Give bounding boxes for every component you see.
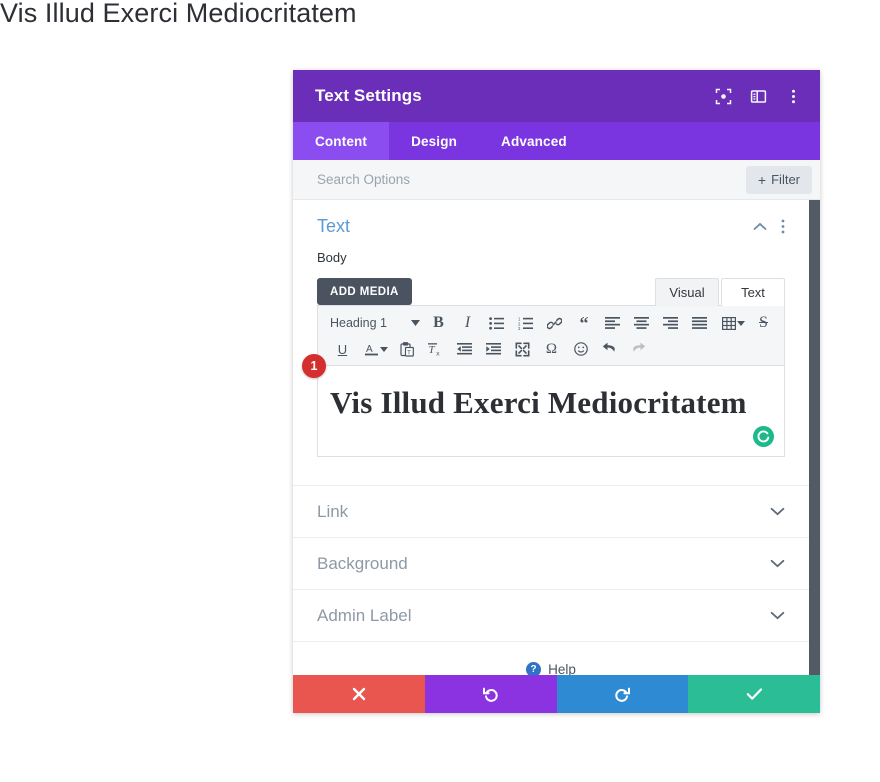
help-link[interactable]: ? Help	[293, 641, 809, 675]
table-chevron-down-icon[interactable]	[737, 320, 745, 326]
redo-button[interactable]	[556, 675, 689, 713]
tab-text[interactable]: Text	[721, 278, 785, 306]
filter-button[interactable]: + Filter	[745, 165, 812, 194]
step-badge: 1	[302, 354, 326, 378]
toolbar-row-2: U A T T x Ω	[328, 336, 778, 362]
cancel-button[interactable]	[293, 675, 425, 713]
paste-as-text-icon[interactable]: T	[392, 337, 421, 361]
fullscreen-editor-icon[interactable]	[508, 337, 537, 361]
editor-toolbar: Heading 1 B I 1 2 3 “ S U A T T x Ω	[317, 305, 785, 366]
chevron-down-icon	[770, 559, 785, 568]
undo-icon[interactable]	[595, 337, 624, 361]
toolbar-row-1: Heading 1 B I 1 2 3 “ S	[328, 310, 778, 336]
text-settings-modal: Text Settings Content Design Advanced Se…	[293, 70, 820, 713]
text-section-header: Text	[317, 200, 785, 244]
editor-mode-tabs: Visual Text	[655, 278, 785, 306]
modal-header: Text Settings	[293, 70, 820, 122]
chevron-down-icon	[770, 611, 785, 620]
numbered-list-icon[interactable]: 1 2 3	[511, 311, 540, 335]
emoji-icon[interactable]	[566, 337, 595, 361]
modal-action-bar	[293, 675, 820, 713]
editor-top-row: ADD MEDIA Visual Text	[317, 273, 785, 306]
editor-heading-text[interactable]: Vis Illud Exerci Mediocritatem	[330, 384, 764, 421]
add-media-button[interactable]: ADD MEDIA	[317, 278, 412, 305]
svg-text:x: x	[436, 350, 440, 356]
filter-button-label: Filter	[771, 172, 800, 187]
accordion-background-label: Background	[317, 553, 408, 573]
svg-text:3: 3	[518, 326, 521, 330]
search-options-row: + Filter	[293, 160, 820, 200]
body-field-label: Body	[317, 250, 347, 265]
accordion-admin-label-label: Admin Label	[317, 605, 412, 625]
tab-visual[interactable]: Visual	[655, 278, 719, 306]
chevron-down-icon	[770, 507, 785, 516]
special-character-icon[interactable]: Ω	[537, 337, 566, 361]
modal-title: Text Settings	[315, 86, 422, 105]
chevron-down-icon	[411, 320, 420, 326]
accordion-link[interactable]: Link	[293, 485, 809, 537]
align-right-icon[interactable]	[656, 311, 685, 335]
editor-content-area[interactable]: 1 Vis Illud Exerci Mediocritatem	[302, 354, 785, 457]
indent-icon[interactable]	[479, 337, 508, 361]
chevron-up-icon[interactable]	[753, 222, 767, 231]
tab-design[interactable]: Design	[389, 122, 479, 160]
grammarly-spinner-icon[interactable]	[753, 426, 774, 447]
plus-icon: +	[757, 171, 767, 188]
layout-panel-icon[interactable]	[749, 87, 768, 106]
help-label: Help	[548, 662, 576, 675]
x-icon	[352, 687, 366, 701]
bulleted-list-icon[interactable]	[482, 311, 511, 335]
page-title: Vis Illud Exerci Mediocritatem	[0, 0, 357, 28]
undo-button[interactable]	[424, 675, 557, 713]
kebab-menu-icon[interactable]	[784, 87, 803, 106]
fullscreen-icon[interactable]	[714, 87, 733, 106]
blockquote-icon[interactable]: “	[569, 311, 598, 335]
wp-editor: ADD MEDIA Visual Text Heading 1 B I 1 2 …	[302, 273, 785, 457]
align-left-icon[interactable]	[598, 311, 627, 335]
tab-content[interactable]: Content	[293, 122, 390, 160]
text-section: Text Body ADD MEDIA Visual Text Heading …	[293, 200, 809, 485]
format-select-value: Heading 1	[330, 316, 387, 330]
accordion-link-label: Link	[317, 501, 349, 521]
italic-icon[interactable]: I	[453, 311, 482, 335]
svg-text:T: T	[407, 349, 411, 356]
clear-formatting-icon[interactable]: T x	[421, 337, 450, 361]
format-select[interactable]: Heading 1	[328, 311, 424, 335]
text-color-chevron-down-icon[interactable]	[380, 346, 388, 352]
strikethrough-icon[interactable]: S	[749, 311, 778, 335]
undo-icon	[482, 687, 498, 702]
bold-icon[interactable]: B	[424, 311, 453, 335]
redo-icon	[615, 687, 631, 702]
section-kebab-menu-icon[interactable]	[781, 219, 785, 234]
tab-advanced[interactable]: Advanced	[479, 122, 589, 160]
search-input[interactable]	[317, 172, 746, 187]
help-question-icon: ?	[526, 662, 542, 675]
align-justify-icon[interactable]	[685, 311, 714, 335]
accordion-admin-label[interactable]: Admin Label	[293, 589, 809, 641]
svg-text:A: A	[366, 344, 373, 355]
modal-body[interactable]: Text Body ADD MEDIA Visual Text Heading …	[293, 200, 820, 675]
modal-tab-bar: Content Design Advanced	[293, 122, 820, 160]
outdent-icon[interactable]	[450, 337, 479, 361]
svg-text:T: T	[429, 344, 436, 356]
link-icon[interactable]	[540, 311, 569, 335]
text-section-title: Text	[317, 215, 351, 236]
save-button[interactable]	[688, 675, 820, 713]
check-icon	[746, 688, 762, 700]
align-center-icon[interactable]	[627, 311, 656, 335]
accordion-background[interactable]: Background	[293, 537, 809, 589]
header-icon-group	[714, 87, 803, 106]
underline-icon[interactable]: U	[328, 337, 357, 361]
redo-icon[interactable]	[624, 337, 653, 361]
